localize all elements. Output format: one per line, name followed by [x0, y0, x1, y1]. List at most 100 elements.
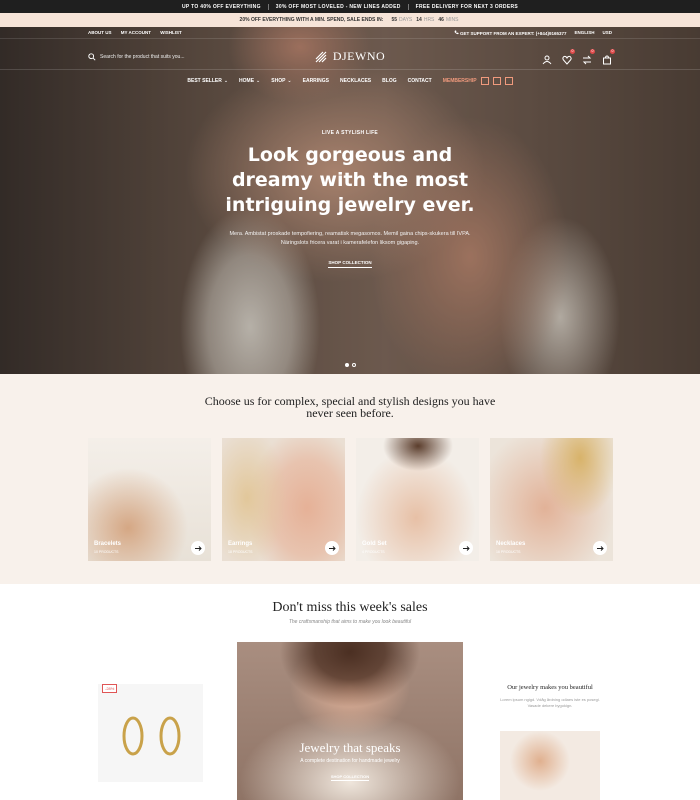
slider-dots — [345, 363, 356, 367]
slider-dot-active[interactable] — [345, 363, 349, 367]
section-heading: Choose us for complex, special and styli… — [204, 394, 496, 420]
main-menu: BEST SELLER ⌄ HOME ⌄ SHOP ⌄ EARRINGS NECKLA… — [0, 77, 700, 85]
hero-content: LIVE A STYLISH LIFE Look gorgeous and dr… — [0, 130, 700, 269]
chevron-down-icon: ⌄ — [287, 78, 292, 84]
menu-chip — [504, 77, 513, 85]
top-nav-right: GET SUPPORT FROM AN EXPERT: (+844)916537… — [454, 30, 612, 36]
account-button[interactable] — [542, 52, 552, 64]
top-nav-links: ABOUT US MY ACCOUNT WISHLIST — [88, 30, 190, 35]
countdown-days-label: DAYS — [399, 17, 413, 23]
hero-banner: ABOUT US MY ACCOUNT WISHLIST GET SUPPORT… — [0, 27, 700, 374]
announcement-item: 30% OFF MOST LOVELED - NEW LINES ADDED — [275, 3, 401, 10]
category-card-necklaces[interactable]: Necklaces 16 PRODUCTS — [490, 438, 613, 561]
feature-banner[interactable]: Jewelry that speaks A complete destinati… — [237, 642, 463, 800]
sales-tagline: The craftsmanship that aims to make you … — [288, 619, 412, 625]
category-title: Necklaces — [496, 541, 526, 547]
language-select[interactable]: ENGLISH — [574, 30, 594, 35]
chevron-down-icon: ⌄ — [256, 78, 261, 84]
hero-description: Mera. Ambistat proskade tempofiering, re… — [229, 231, 471, 246]
wishlist-link[interactable]: WISHLIST — [160, 30, 182, 35]
wishlist-button[interactable]: 0 — [562, 48, 575, 65]
compare-button[interactable]: 0 — [582, 48, 595, 64]
category-count: 4 PRODUCTS — [362, 550, 385, 554]
menu-item-membership[interactable]: MEMBERSHIP — [443, 77, 513, 85]
menu-item-blog[interactable]: BLOG — [382, 78, 396, 84]
announcement-bar: UP TO 40% OFF EVERYTHING 30% OFF MOST LO… — [0, 0, 700, 13]
feature-subtitle: A complete destination for handmade jewe… — [300, 758, 400, 764]
announcement-item: UP TO 40% OFF EVERYTHING — [181, 3, 261, 10]
compare-icon — [582, 55, 592, 64]
countdown-mins: 46 — [438, 17, 444, 23]
menu-label: BLOG — [382, 78, 397, 84]
hero-eyebrow: LIVE A STYLISH LIFE — [321, 130, 379, 136]
menu-item-best-seller[interactable]: BEST SELLER ⌄ — [187, 78, 228, 84]
category-title: Earrings — [228, 541, 253, 547]
countdown-hours: 14 — [416, 17, 422, 23]
arrow-right-icon[interactable] — [459, 541, 473, 555]
support-text: GET SUPPORT FROM AN EXPERT: (+844)916537… — [459, 30, 567, 36]
countdown-days: 55 — [391, 17, 398, 23]
category-count: 18 PRODUCTS — [228, 550, 253, 554]
compare-count-badge: 0 — [589, 48, 595, 54]
side-promo: Our jewelry makes you beautiful Lorem ip… — [495, 684, 605, 800]
search-icon[interactable] — [88, 52, 96, 61]
about-us-link[interactable]: ABOUT US — [88, 30, 112, 35]
discount-badge: -28% — [102, 684, 118, 693]
search-input[interactable]: Search for the product that suits you... — [100, 54, 185, 60]
menu-label: NECKLACES — [340, 78, 372, 84]
cart-count-badge: 0 — [609, 48, 615, 54]
countdown-hours-label: HRS — [423, 17, 435, 23]
feature-shop-button[interactable]: SHOP COLLECTION — [237, 774, 463, 781]
menu-item-home[interactable]: HOME ⌄ — [239, 78, 260, 84]
category-title: Bracelets — [94, 541, 122, 547]
menu-label: HOME — [239, 78, 255, 84]
menu-item-earrings[interactable]: EARRINGS — [303, 78, 329, 84]
menu-label: MEMBERSHIP — [442, 78, 477, 84]
phone-icon — [454, 30, 459, 34]
menu-item-necklaces[interactable]: NECKLACES — [340, 78, 371, 84]
sales-heading: Don't miss this week's sales — [272, 600, 428, 615]
arrow-right-icon[interactable] — [593, 541, 607, 555]
site-logo[interactable]: DJEWNO — [315, 49, 385, 64]
countdown-mins-label: MINS — [445, 17, 459, 23]
weekly-sales-section: Don't miss this week's sales The craftsm… — [0, 584, 700, 800]
menu-label: CONTACT — [407, 78, 432, 84]
main-header: Search for the product that suits you...… — [0, 44, 700, 70]
product-card[interactable]: -28% DROP AND DAZZLE — [98, 684, 272, 794]
shop-collection-button[interactable]: SHOP COLLECTION — [328, 260, 372, 268]
arrow-right-icon[interactable] — [325, 541, 339, 555]
category-card-gold-set[interactable]: Gold Set 4 PRODUCTS — [356, 438, 479, 561]
categories-section: Choose us for complex, special and styli… — [0, 374, 700, 584]
bag-icon — [602, 54, 611, 64]
search-bar[interactable]: Search for the product that suits you... — [88, 52, 268, 61]
support-link[interactable]: GET SUPPORT FROM AN EXPERT: (+844)916537… — [454, 30, 567, 36]
my-account-link[interactable]: MY ACCOUNT — [121, 30, 151, 35]
side-image[interactable] — [500, 731, 600, 800]
heart-icon — [562, 55, 572, 65]
feature-shop-label: SHOP COLLECTION — [330, 774, 370, 781]
category-card-earrings[interactable]: Earrings 18 PRODUCTS — [222, 438, 345, 561]
announcement-item: FREE DELIVERY FOR NEXT 3 ORDERS — [415, 3, 518, 10]
chevron-down-icon: ⌄ — [223, 78, 229, 84]
countdown: 55 DAYS 14 HRS 46 MINS — [391, 17, 460, 23]
cart-button[interactable]: 0 — [602, 48, 615, 64]
menu-chip — [492, 77, 501, 85]
wishlist-count-badge: 0 — [569, 48, 575, 54]
slider-dot[interactable] — [352, 363, 356, 367]
side-description: Lorem ipsum ngigd. Vdåg årdning odiaes i… — [500, 697, 600, 708]
side-title: Our jewelry makes you beautiful — [507, 684, 593, 691]
feature-title: Jewelry that speaks — [299, 740, 401, 755]
category-count: 10 PRODUCTS — [94, 550, 119, 554]
arrow-right-icon[interactable] — [191, 541, 205, 555]
menu-item-contact[interactable]: CONTACT — [408, 78, 432, 84]
menu-item-shop[interactable]: SHOP ⌄ — [271, 78, 291, 84]
menu-chip — [480, 77, 489, 85]
category-cards: Bracelets 10 PRODUCTS Earrings 18 PRODUC… — [88, 438, 613, 561]
category-card-bracelets[interactable]: Bracelets 10 PRODUCTS — [88, 438, 211, 561]
currency-select[interactable]: USD — [602, 30, 612, 35]
category-count: 16 PRODUCTS — [496, 550, 521, 554]
menu-label: BEST SELLER — [187, 78, 222, 84]
user-icon — [542, 55, 552, 64]
sale-text: 20% OFF EVERYTHING WITH A MIN. SPEND, SA… — [239, 17, 384, 23]
logo-icon — [315, 51, 327, 62]
